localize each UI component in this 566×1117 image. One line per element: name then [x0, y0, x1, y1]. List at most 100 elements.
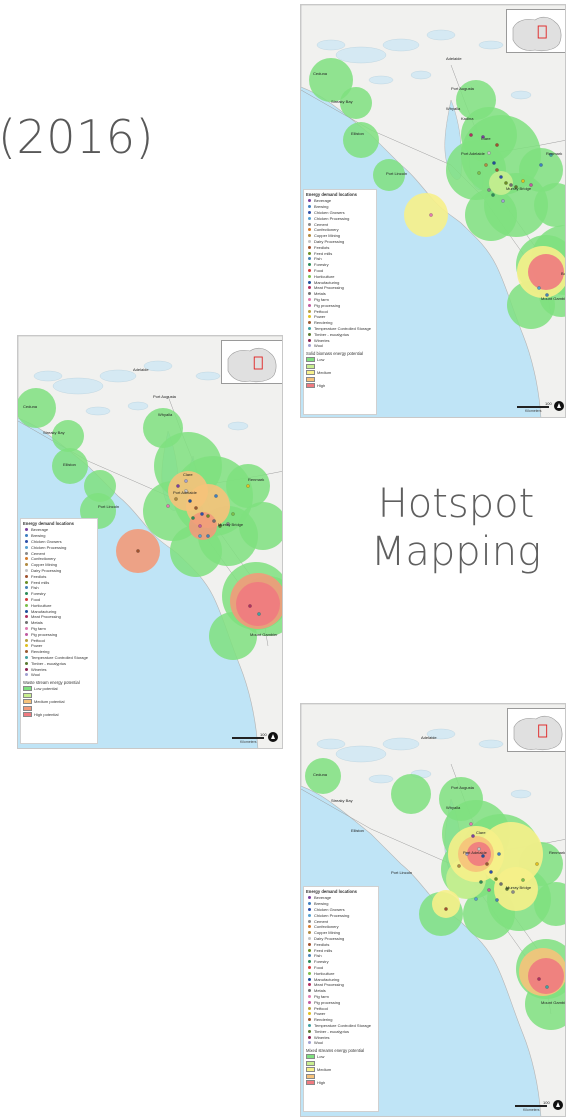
legend-dot-icon	[25, 661, 28, 665]
demand-location-point	[487, 888, 491, 892]
place-label: Murray Bridge	[506, 186, 532, 191]
legend-dot-icon	[308, 216, 311, 220]
demand-location-point	[191, 516, 195, 520]
legend-item-label: Timber - eucalyptus	[31, 660, 66, 666]
legend-dot-icon	[25, 626, 28, 630]
legend-potential-label: Medium potential	[34, 699, 65, 705]
place-label: Whyalla	[446, 106, 461, 111]
legend-item-label: Power	[31, 643, 43, 649]
legend-swatch	[306, 1067, 315, 1073]
place-label: Port Adelaide	[461, 151, 486, 156]
place-label: Ceduna	[313, 772, 328, 777]
legend-dot-icon	[308, 983, 311, 987]
demand-location-point	[487, 188, 491, 192]
legend-item-label: Metals	[31, 620, 43, 626]
place-label: Mount Gambier	[541, 296, 566, 301]
legend-item-label: Forestry	[314, 959, 329, 965]
demand-location-point	[257, 612, 261, 616]
legend-item-label: Beverage	[314, 895, 332, 901]
legend-dot-icon	[308, 971, 311, 975]
legend-dot-icon	[308, 977, 311, 981]
legend-potential-label: High	[317, 1080, 326, 1086]
demand-location-point	[136, 549, 140, 553]
legend-item: Wool	[25, 672, 97, 678]
demand-location-point	[511, 890, 515, 894]
legend-dot-icon	[308, 326, 311, 330]
legend-dot-icon	[25, 632, 28, 636]
legend-item-label: Brewing	[314, 204, 329, 210]
legend-swatch	[306, 1054, 315, 1060]
legend-item: Wool	[308, 343, 376, 349]
scale-value: 100	[545, 401, 552, 406]
legend-item-label: Manufacturing	[314, 976, 340, 982]
demand-location-point	[429, 213, 433, 217]
legend-swatch	[306, 1060, 315, 1066]
legend-dot-icon	[25, 580, 28, 584]
legend-dot-icon	[308, 1012, 311, 1016]
legend-dot-icon	[308, 1029, 311, 1033]
legend-item-label: Manufacturing	[314, 279, 340, 285]
legend-dot-icon	[308, 234, 311, 238]
legend-item: Wool	[308, 1040, 378, 1046]
place-label: Port Lincoln	[98, 504, 119, 509]
demand-location-point	[198, 534, 202, 538]
legend-item-label: Wool	[314, 343, 324, 349]
demand-location-point	[539, 163, 543, 167]
legend-item-label: Dairy Processing	[314, 935, 345, 941]
legend-dot-icon	[308, 942, 311, 946]
legend-dot-icon	[308, 994, 311, 998]
legend-dot-icon	[308, 907, 311, 911]
map-mixed-streams: Adelaide Ceduna Streaky Bay Elliston Port Li…	[300, 703, 566, 1117]
legend-item-label: Petfood	[31, 637, 45, 643]
legend-item-label: Chicken Processing	[314, 912, 350, 918]
demand-location-point	[471, 834, 475, 838]
place-label: Bordertown	[561, 271, 566, 276]
legend-item-label: Copper Mining	[31, 562, 58, 568]
legend-dot-icon	[308, 321, 311, 325]
legend-swatch	[306, 1073, 315, 1079]
legend-dot-icon	[308, 280, 311, 284]
legend-swatch	[23, 686, 32, 692]
scale-bar: 100 Kilometers	[232, 732, 268, 744]
demand-location-point	[469, 822, 473, 826]
legend-dot-icon	[308, 245, 311, 249]
demand-location-point	[166, 504, 170, 508]
legend-item-label: Brewing	[31, 533, 46, 539]
demand-location-point	[188, 499, 192, 503]
place-label: Renmark	[549, 850, 565, 855]
legend-item-label: Manufacturing	[31, 608, 57, 614]
legend-dot-icon	[308, 292, 311, 296]
place-label: Port Augusta	[153, 394, 177, 399]
place-label: Kadina	[461, 116, 474, 121]
demand-location-point	[457, 864, 461, 868]
legend-item-label: Power	[314, 1011, 326, 1017]
legend-potential-title: Mixed streams energy potential	[306, 1047, 365, 1053]
legend-item-label: Rendering	[314, 1017, 333, 1023]
legend-swatch	[306, 376, 315, 382]
legend-dot-icon	[25, 638, 28, 642]
legend-swatch	[306, 1080, 315, 1086]
legend-dot-icon	[308, 1018, 311, 1022]
demand-location-point	[206, 534, 210, 538]
legend-item-label: Food	[314, 267, 324, 273]
legend-item-label: Feedlots	[314, 244, 330, 250]
legend-swatch	[306, 363, 315, 369]
place-label: Clare	[481, 136, 491, 141]
scale-unit: Kilometers	[523, 1108, 540, 1112]
legend-item-label: Dairy Processing	[314, 238, 345, 244]
legend-dot-icon	[308, 1041, 311, 1045]
place-label: Clare	[476, 830, 486, 835]
legend-dot-icon	[308, 948, 311, 952]
map-legend: Energy demand locations Beverage Brewing Ch…	[303, 886, 379, 1112]
legend-dot-icon	[308, 309, 311, 313]
demand-location-point	[499, 175, 503, 179]
north-arrow-icon	[553, 1100, 563, 1110]
legend-item-label: Wool	[314, 1040, 324, 1046]
hotspot-zone	[432, 890, 460, 918]
legend-dot-icon	[308, 332, 311, 336]
place-label: Port Lincoln	[391, 870, 412, 875]
place-label: Port Lincoln	[386, 171, 407, 176]
legend-item-label: Horticulture	[314, 970, 335, 976]
demand-location-point	[176, 484, 180, 488]
legend-dot-icon	[308, 1035, 311, 1039]
